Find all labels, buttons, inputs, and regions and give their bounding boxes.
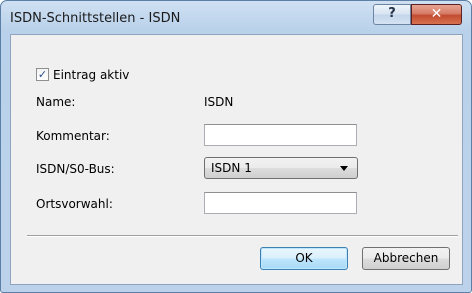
title-bar[interactable]: ISDN-Schnittstellen - ISDN ? ✕ [1,1,471,35]
window-title: ISDN-Schnittstellen - ISDN [10,11,181,26]
active-checkbox-label[interactable]: Eintrag aktiv [53,68,129,82]
ok-button[interactable]: OK [260,247,348,270]
name-label: Name: [36,95,76,109]
bus-select[interactable]: ISDN 1 [204,157,358,179]
area-code-input[interactable] [204,192,357,214]
bus-select-value: ISDN 1 [211,161,252,175]
bus-label: ISDN/S0-Bus: [36,162,115,176]
chevron-down-icon [340,166,348,171]
checkmark-icon: ✓ [37,68,48,81]
dialog-window: ISDN-Schnittstellen - ISDN ? ✕ ✓ Eintrag… [0,0,472,293]
close-icon: ✕ [430,6,443,22]
close-button[interactable]: ✕ [411,4,462,25]
comment-label: Kommentar: [36,129,110,143]
comment-input[interactable] [204,124,357,146]
cancel-button[interactable]: Abbrechen [362,247,450,270]
dialog-body: ✓ Eintrag aktiv Name: ISDN Kommentar: IS… [10,34,463,285]
help-button[interactable]: ? [373,4,411,25]
help-icon: ? [388,6,396,21]
name-value: ISDN [204,95,234,109]
separator [27,235,458,237]
active-checkbox[interactable]: ✓ [36,68,49,81]
area-code-label: Ortsvorwahl: [36,197,113,211]
